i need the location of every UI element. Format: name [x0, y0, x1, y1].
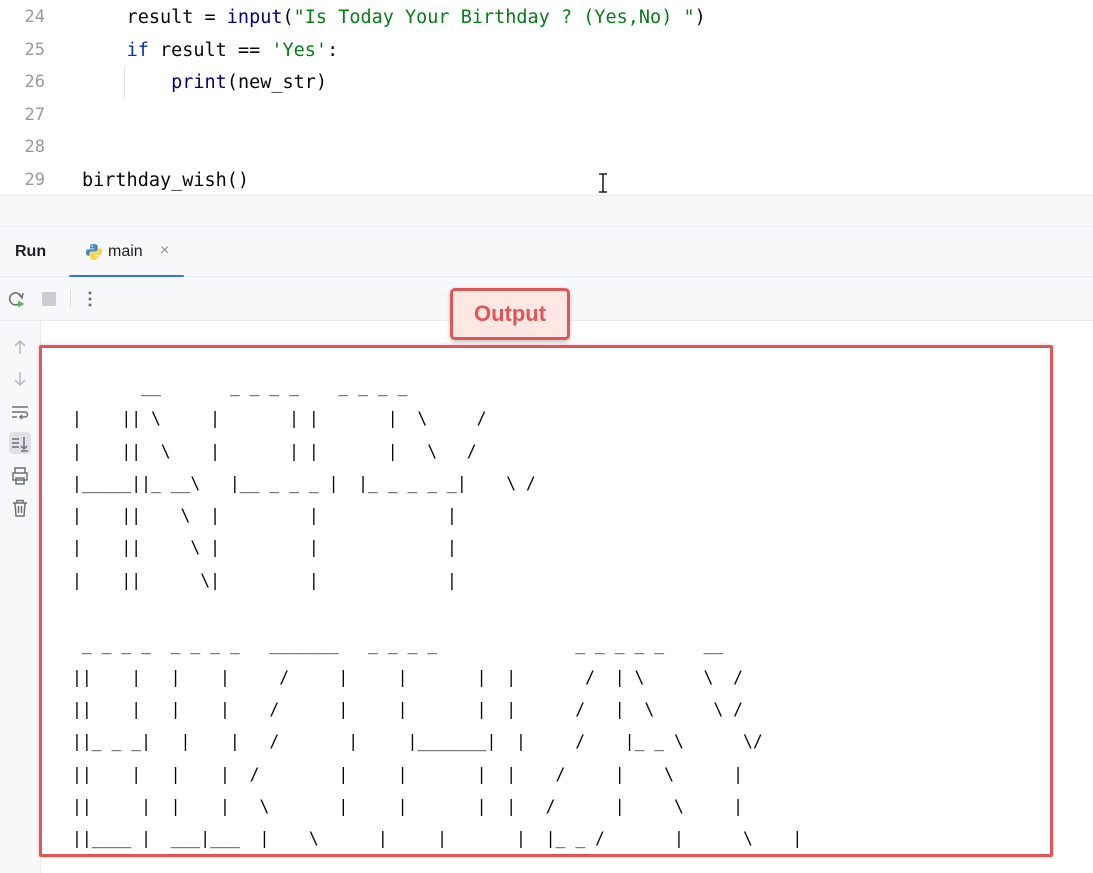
toolbar-separator [70, 290, 71, 308]
code-token: result = [82, 7, 227, 28]
run-tool-window-header: Run main × [0, 226, 1093, 278]
code-token: : [327, 39, 339, 61]
code-token: birthday_wish() [82, 170, 250, 191]
code-token: ) [694, 7, 706, 28]
code-token: (new_str) [226, 72, 328, 94]
arrow-down-icon[interactable] [9, 368, 31, 390]
panel-splitter[interactable] [0, 196, 1093, 226]
code-token: 'Yes' [271, 39, 328, 61]
code-line[interactable]: 27 [0, 99, 1093, 132]
indent-guide [124, 66, 125, 99]
code-text: birthday_wish() [82, 164, 249, 197]
text-cursor-icon [599, 173, 607, 193]
console-side-toolbar [0, 321, 41, 873]
line-number: 27 [24, 104, 45, 125]
output-highlight-box [39, 345, 1053, 857]
code-line[interactable]: 28 [0, 131, 1093, 164]
code-line[interactable]: 29 birthday_wish() [0, 164, 1093, 197]
code-token: ( [282, 7, 294, 28]
line-number: 29 [24, 170, 45, 190]
code-token: print [171, 72, 227, 94]
console-previous-line: . . . [98, 321, 380, 326]
more-options-icon[interactable] [79, 288, 101, 310]
code-token: if [126, 39, 149, 61]
code-editor[interactable]: 24 result = input("Is Today Your Birthda… [0, 0, 1093, 196]
rerun-icon[interactable] [5, 288, 27, 310]
print-icon[interactable] [9, 465, 31, 487]
close-icon[interactable]: × [160, 242, 169, 260]
code-token: result == [148, 39, 272, 61]
scroll-to-end-icon[interactable] [9, 432, 31, 454]
soft-wrap-icon[interactable] [9, 401, 31, 423]
run-panel-title: Run [15, 243, 47, 260]
python-icon [86, 244, 102, 260]
stop-icon[interactable] [38, 288, 60, 310]
code-text: result = input("Is Today Your Birthday ?… [82, 1, 706, 34]
tab-main-label: main [108, 243, 143, 260]
code-text: print(new_str) [82, 66, 327, 99]
line-number: 25 [24, 39, 45, 60]
output-callout-label: Output [450, 288, 570, 340]
line-number: 28 [24, 137, 45, 158]
arrow-up-icon[interactable] [9, 336, 31, 358]
tab-main[interactable]: main × [69, 227, 184, 278]
code-line[interactable]: 26 print(new_str) [0, 66, 1093, 99]
line-number: 26 [24, 72, 45, 93]
code-line[interactable]: 24 result = input("Is Today Your Birthda… [0, 1, 1093, 34]
code-token: "Is Today Your Birthday ? (Yes,No) " [293, 7, 695, 28]
trash-icon[interactable] [9, 497, 31, 519]
line-number: 24 [24, 7, 45, 27]
code-line[interactable]: 25 if result == 'Yes': [0, 34, 1093, 67]
code-text: if result == 'Yes': [82, 34, 339, 67]
code-token: input [226, 7, 283, 28]
